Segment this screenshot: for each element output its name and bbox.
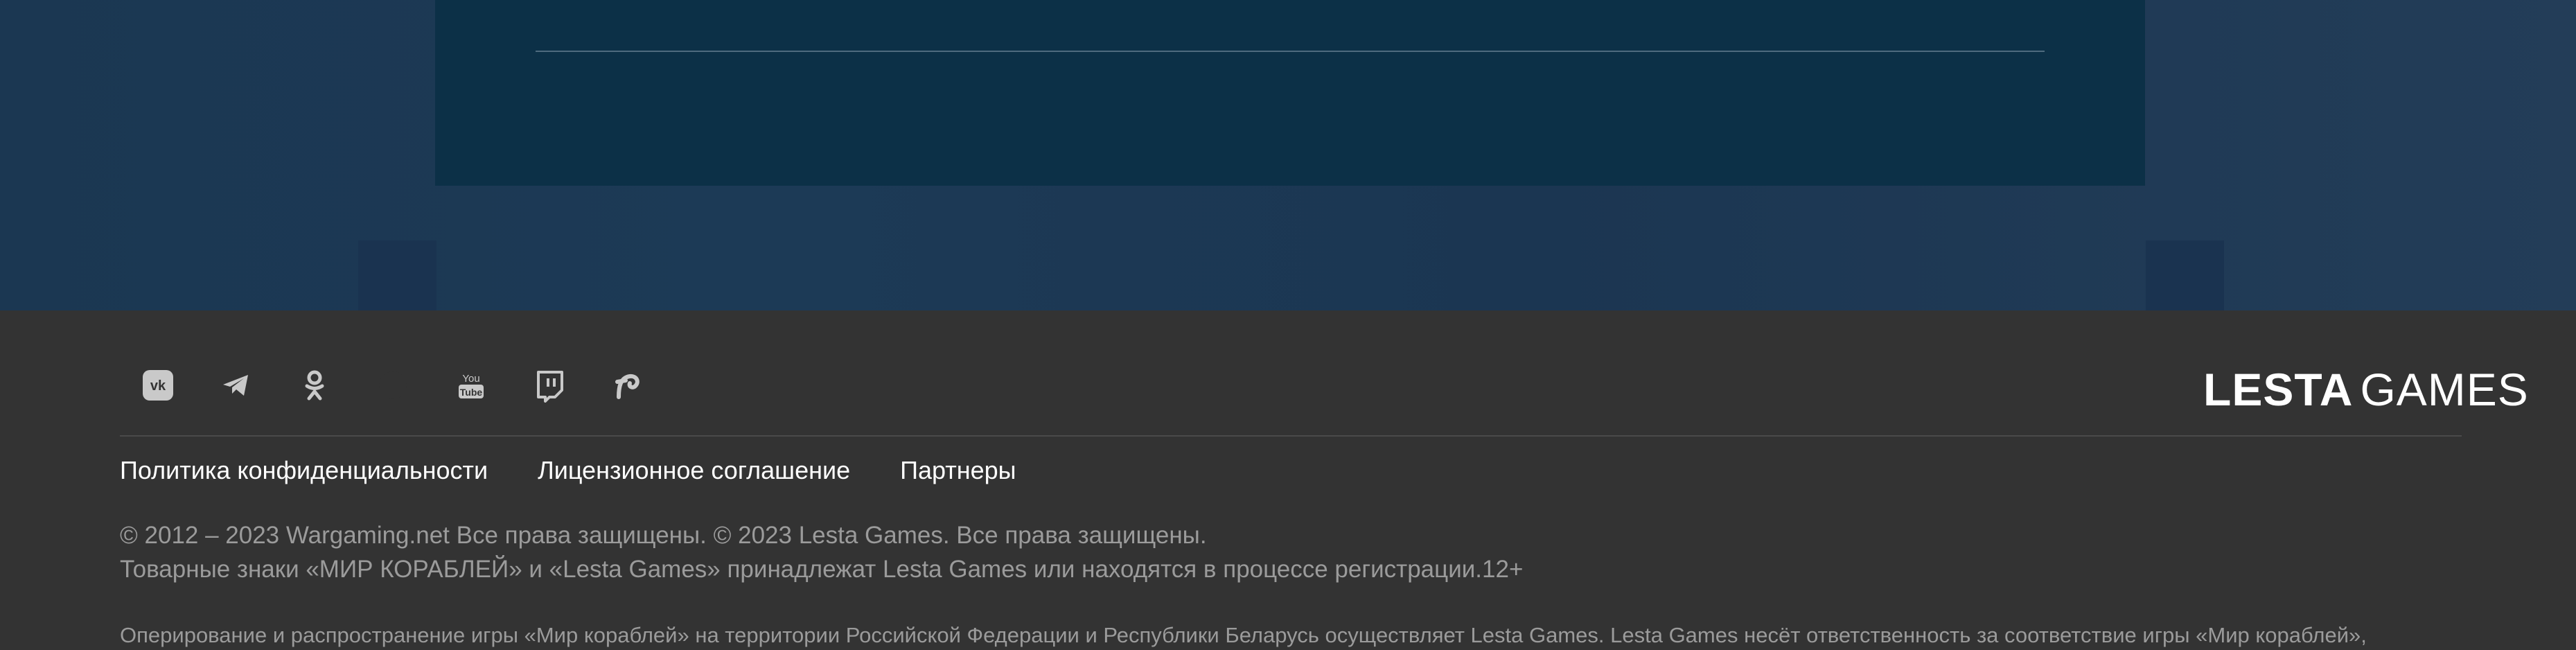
svg-text:Tube: Tube: [460, 387, 483, 398]
odnoklassniki-icon[interactable]: [295, 366, 334, 405]
lesta-games-logo[interactable]: LESTA GAMES: [2203, 363, 2529, 416]
copyright-line-2: Товарные знаки «МИР КОРАБЛЕЙ» и «Lesta G…: [120, 556, 1524, 583]
copyright-line-1: © 2012 – 2023 Wargaming.net Все права за…: [120, 522, 1207, 549]
operation-notice: Оперирование и распространение игры «Мир…: [120, 623, 2367, 647]
brand-part2: GAMES: [2360, 364, 2529, 415]
twitch-icon[interactable]: [530, 366, 569, 405]
vk-icon[interactable]: vk: [139, 366, 177, 405]
dzen-icon[interactable]: [373, 366, 412, 405]
forum-icon[interactable]: [608, 366, 647, 405]
partners-link[interactable]: Партнеры: [900, 456, 1016, 485]
privacy-policy-link[interactable]: Политика конфиденциальности: [120, 456, 488, 485]
copyright-text: © 2012 – 2023 Wargaming.net Все права за…: [120, 518, 1523, 586]
footer: vk You Tube LESTA GAMES Политика конфиде…: [0, 310, 2576, 650]
footer-links: Политика конфиденциальности Лицензионное…: [120, 456, 1066, 485]
brand-part1: LESTA: [2203, 364, 2354, 415]
panel-divider: [536, 51, 2045, 52]
telegram-icon[interactable]: [217, 366, 256, 405]
youtube-icon[interactable]: You Tube: [452, 366, 491, 405]
content-panel: [435, 0, 2145, 186]
svg-text:You: You: [462, 373, 479, 385]
social-links: vk You Tube: [139, 366, 687, 405]
footer-divider: [120, 435, 2462, 437]
license-agreement-link[interactable]: Лицензионное соглашение: [538, 456, 850, 485]
svg-text:vk: vk: [150, 378, 166, 394]
